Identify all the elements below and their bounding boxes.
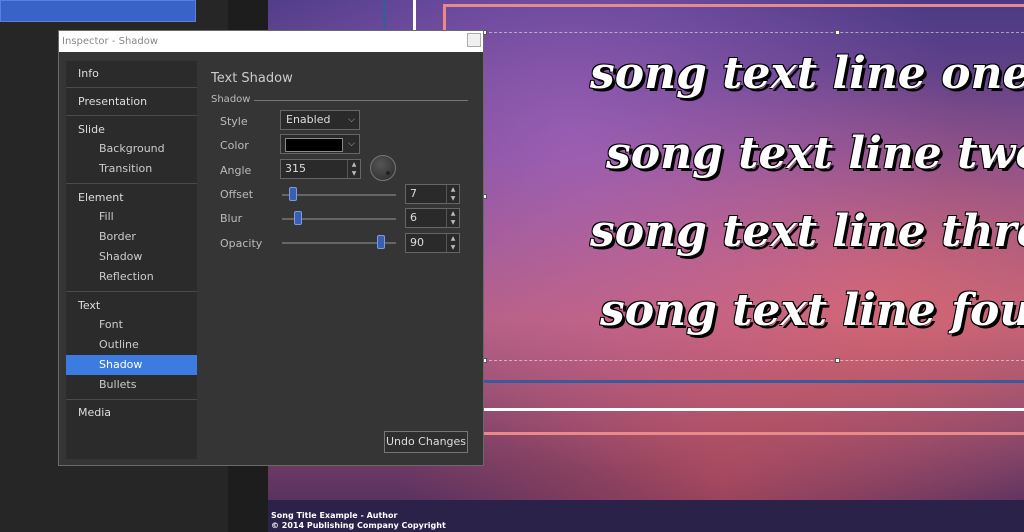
slide-frame-bottom-white: [484, 408, 1024, 411]
nav-heading-slide[interactable]: Slide: [66, 123, 197, 136]
section-divider: [254, 100, 468, 101]
spin-arrows-icon[interactable]: ▲ ▼: [446, 185, 459, 203]
slide-guide-vertical: [383, 0, 386, 28]
inspector-nav: Info Presentation Slide Background Trans…: [66, 61, 197, 459]
opacity-label: Opacity: [220, 237, 263, 250]
section-label: Shadow: [211, 94, 251, 105]
song-text-line: song text line three: [590, 206, 1024, 257]
nav-item-background[interactable]: Background: [66, 139, 197, 159]
resize-handle[interactable]: [835, 358, 840, 363]
nav-divider: [66, 183, 197, 184]
opacity-slider-thumb[interactable]: [377, 235, 385, 249]
angle-dial[interactable]: [370, 155, 396, 181]
footer-title: Song Title Example - Author: [271, 511, 398, 520]
nav-divider: [66, 399, 197, 400]
nav-heading-text[interactable]: Text: [66, 299, 197, 312]
nav-item-info[interactable]: Info: [66, 67, 197, 80]
chevron-down-icon: ⌵: [348, 115, 355, 125]
nav-divider: [66, 115, 197, 116]
undo-changes-button[interactable]: Undo Changes: [384, 431, 468, 453]
blur-label: Blur: [220, 212, 243, 225]
style-dropdown[interactable]: Enabled ⌵: [280, 110, 360, 130]
song-text-line: song text line one: [590, 48, 1024, 99]
chevron-down-icon: ⌵: [348, 139, 355, 149]
style-value: Enabled: [286, 113, 331, 126]
angle-value: 315: [285, 162, 306, 175]
nav-item-fill[interactable]: Fill: [66, 207, 197, 227]
nav-item-font[interactable]: Font: [66, 315, 197, 335]
slide-border-top-left: [413, 0, 416, 30]
spin-arrows-icon[interactable]: ▲ ▼: [446, 209, 459, 227]
footer-copyright: © 2014 Publishing Company Copyright: [271, 521, 446, 530]
nav-item-element-shadow[interactable]: Shadow: [66, 247, 197, 267]
selected-slide-thumbnail[interactable]: [0, 0, 196, 22]
nav-item-media[interactable]: Media: [66, 406, 197, 419]
angle-label: Angle: [220, 164, 252, 177]
resize-handle[interactable]: [835, 30, 840, 35]
slide-frame-bottom-pink: [484, 432, 1024, 435]
close-button[interactable]: [467, 33, 481, 47]
nav-item-bullets[interactable]: Bullets: [66, 375, 197, 395]
color-picker[interactable]: ⌵: [280, 134, 360, 154]
blur-spinbox[interactable]: 6 ▲ ▼: [405, 208, 460, 228]
nav-item-text-shadow[interactable]: Shadow: [66, 355, 197, 375]
nav-divider: [66, 291, 197, 292]
style-label: Style: [220, 115, 248, 128]
song-text-line: song text line two: [606, 128, 1024, 179]
nav-item-outline[interactable]: Outline: [66, 335, 197, 355]
offset-slider-track[interactable]: [282, 194, 396, 196]
slide-frame-top: [443, 4, 1024, 7]
dial-indicator: [386, 171, 390, 175]
blur-value: 6: [410, 211, 417, 224]
blur-slider-thumb[interactable]: [294, 211, 302, 225]
panel-title: Text Shadow: [211, 71, 293, 86]
offset-value: 7: [410, 187, 417, 200]
opacity-value: 90: [410, 236, 424, 249]
nav-item-border[interactable]: Border: [66, 227, 197, 247]
inspector-window: Inspector - Shadow Info Presentation Sli…: [58, 30, 484, 466]
color-swatch: [285, 138, 343, 152]
opacity-spinbox[interactable]: 90 ▲ ▼: [405, 233, 460, 253]
spin-arrows-icon[interactable]: ▲ ▼: [446, 234, 459, 252]
angle-spinbox[interactable]: 315 ▲ ▼: [280, 159, 361, 179]
selection-edge-top: [484, 32, 1024, 33]
slide-footer: Song Title Example - Author © 2014 Publi…: [271, 511, 446, 531]
spin-arrows-icon[interactable]: ▲ ▼: [347, 160, 360, 178]
nav-item-presentation[interactable]: Presentation: [66, 95, 197, 108]
nav-item-reflection[interactable]: Reflection: [66, 267, 197, 287]
nav-heading-element[interactable]: Element: [66, 191, 197, 204]
window-title: Inspector - Shadow: [62, 36, 159, 47]
offset-slider-thumb[interactable]: [289, 187, 297, 201]
color-label: Color: [220, 139, 249, 152]
offset-label: Offset: [220, 188, 254, 201]
song-text-line: song text line four: [600, 285, 1024, 336]
selection-edge-bottom: [484, 360, 1024, 361]
offset-spinbox[interactable]: 7 ▲ ▼: [405, 184, 460, 204]
window-titlebar[interactable]: Inspector - Shadow: [59, 31, 483, 52]
nav-divider: [66, 87, 197, 88]
nav-item-transition[interactable]: Transition: [66, 159, 197, 179]
slide-guide-horizontal: [484, 380, 1024, 383]
